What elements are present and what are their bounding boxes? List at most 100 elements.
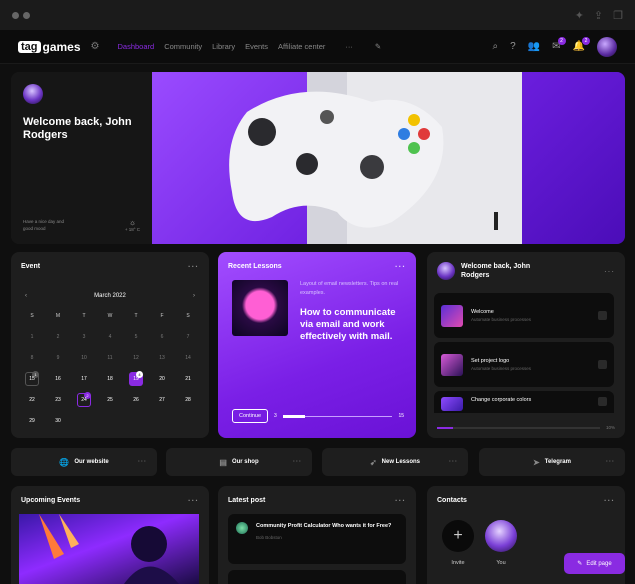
quick-link-our-website[interactable]: 🌐 Our website ··· (11, 448, 157, 476)
calendar-day[interactable]: 1 (19, 326, 45, 347)
user-avatar[interactable] (597, 36, 617, 57)
calendar-day[interactable]: 2 (45, 326, 71, 347)
quick-link-menu-button[interactable]: ··· (449, 459, 458, 465)
task-item[interactable]: Set project logo Automate business proce… (434, 342, 614, 387)
calendar-day[interactable]: 3 (71, 326, 97, 347)
share-icon[interactable]: ⇪ (594, 9, 603, 22)
task-checkbox[interactable] (598, 311, 607, 320)
task-thumbnail (441, 304, 463, 327)
welcome-card-menu-button[interactable]: ··· (604, 267, 615, 276)
calendar-empty (71, 410, 97, 431)
quick-link-telegram[interactable]: ➤ Telegram ··· (479, 448, 625, 476)
calendar-day[interactable]: 10 (71, 347, 97, 368)
hero-avatar (23, 84, 43, 104)
nav-item-dashboard[interactable]: Dashboard (118, 42, 155, 51)
calendar-month-label: March 2022 (94, 293, 126, 299)
calendar-day[interactable]: 23 (45, 389, 71, 410)
calendar-day[interactable]: 18 (97, 368, 123, 389)
messages-icon[interactable]: ✉ 2 (552, 37, 566, 52)
quick-link-our-shop[interactable]: ▤ Our shop ··· (166, 448, 312, 476)
tabs-icon[interactable]: ❐ (613, 9, 623, 22)
logo-text: games (42, 39, 81, 54)
contact-invite[interactable]: + Invite (442, 520, 474, 566)
bell-icon[interactable]: 🔔 2 (573, 37, 590, 52)
post-item[interactable] (228, 570, 406, 584)
calendar-day[interactable]: 13 (149, 347, 175, 368)
hero-banner: Welcome back, John Rodgers Have a nice d… (11, 72, 625, 244)
calendar-day-number: 13 (159, 354, 165, 361)
logo[interactable]: tag games (18, 40, 81, 54)
contacts-card-menu-button[interactable]: ··· (604, 496, 615, 505)
calendar-day[interactable]: 11 (97, 347, 123, 368)
quick-link-menu-button[interactable]: ··· (293, 459, 302, 465)
lessons-card-title: Recent Lessons (228, 263, 282, 270)
calendar-day[interactable]: 8 (19, 347, 45, 368)
calendar-day[interactable]: 26 (123, 389, 149, 410)
calendar-day[interactable]: 6 (149, 326, 175, 347)
lesson-thumbnail (232, 280, 288, 336)
lesson-subtitle: Layout of email newsletters. Tips on rea… (300, 281, 399, 296)
calendar-day[interactable]: 4 19 (123, 368, 149, 389)
calendar-day-number: 19 (133, 375, 139, 382)
calendar-day[interactable]: 28 (175, 389, 201, 410)
calendar-day[interactable]: 12 (123, 347, 149, 368)
calendar-day[interactable]: 16 (45, 368, 71, 389)
calendar-empty (175, 410, 201, 431)
upcoming-card-menu-button[interactable]: ··· (188, 496, 199, 505)
calendar-day[interactable]: 30 (45, 410, 71, 431)
users-icon[interactable]: 👥 (528, 41, 540, 52)
extension-icon[interactable]: ✦ (575, 9, 584, 22)
calendar-day-number: 11 (107, 354, 113, 361)
task-checkbox[interactable] (598, 360, 607, 369)
calendar-weekday: M (55, 312, 61, 319)
calendar-day[interactable]: 14 (175, 347, 201, 368)
calendar-day-number: 21 (185, 375, 191, 382)
upcoming-event-image[interactable] (19, 514, 199, 584)
window-dot-icon[interactable] (23, 11, 30, 19)
edit-page-button[interactable]: ✎ Edit page (564, 553, 625, 574)
latest-post-card: Latest post ··· Community Profit Calcula… (218, 486, 416, 584)
nav-more-button[interactable]: ··· (345, 42, 353, 51)
nav-item-affiliate-center[interactable]: Affiliate center (278, 42, 325, 51)
nav-item-library[interactable]: Library (212, 42, 235, 51)
task-item[interactable]: Change corporate colors (434, 391, 614, 413)
quick-link-menu-button[interactable]: ··· (138, 459, 147, 465)
quick-link-new-lessons[interactable]: ➹ New Lessons ··· (322, 448, 468, 476)
top-navigation: tag games ⚙ Dashboard Community Library … (0, 30, 635, 64)
help-icon[interactable]: ? (510, 41, 516, 52)
post-item[interactable]: Community Profit Calculator Who wants it… (228, 514, 406, 564)
search-icon[interactable]: ⌕ (493, 41, 499, 52)
calendar-day[interactable]: 9 (45, 347, 71, 368)
calendar-day[interactable]: 25 (97, 389, 123, 410)
calendar-day[interactable]: 29 (19, 410, 45, 431)
calendar-day[interactable]: 21 (175, 368, 201, 389)
window-dot-icon[interactable] (12, 11, 19, 19)
event-card-menu-button[interactable]: ··· (188, 262, 199, 271)
edit-pencil-icon[interactable]: ✎ (375, 42, 381, 51)
task-checkbox[interactable] (598, 397, 607, 406)
quick-link-menu-button[interactable]: ··· (606, 459, 615, 465)
calendar-day[interactable]: 20 (149, 368, 175, 389)
contact-you[interactable]: You (485, 520, 517, 566)
settings-gear-icon[interactable]: ⚙ (91, 41, 100, 52)
pencil-icon: ✎ (577, 561, 583, 567)
calendar-next-button[interactable]: › (193, 293, 195, 299)
lessons-card-menu-button[interactable]: ··· (395, 262, 406, 271)
calendar-prev-button[interactable]: ‹ (25, 293, 27, 299)
task-item[interactable]: Welcome Automate business processes (434, 293, 614, 338)
continue-button[interactable]: Continue (232, 409, 269, 423)
nav-item-events[interactable]: Events (245, 42, 268, 51)
calendar-day[interactable]: 7 (175, 326, 201, 347)
calendar-day[interactable]: 2 24 (71, 389, 97, 410)
notifications-badge: 2 (582, 37, 590, 45)
calendar-day[interactable]: 4 (97, 326, 123, 347)
calendar-day[interactable]: 17 (71, 368, 97, 389)
calendar-day-number: 2 (56, 333, 60, 340)
calendar-day[interactable]: 22 (19, 389, 45, 410)
nav-item-community[interactable]: Community (164, 42, 202, 51)
calendar-day[interactable]: 1 15 (19, 368, 45, 389)
calendar-day[interactable]: 27 (149, 389, 175, 410)
latest-card-menu-button[interactable]: ··· (395, 496, 406, 505)
calendar-day-number: 16 (55, 375, 61, 382)
calendar-day[interactable]: 5 (123, 326, 149, 347)
